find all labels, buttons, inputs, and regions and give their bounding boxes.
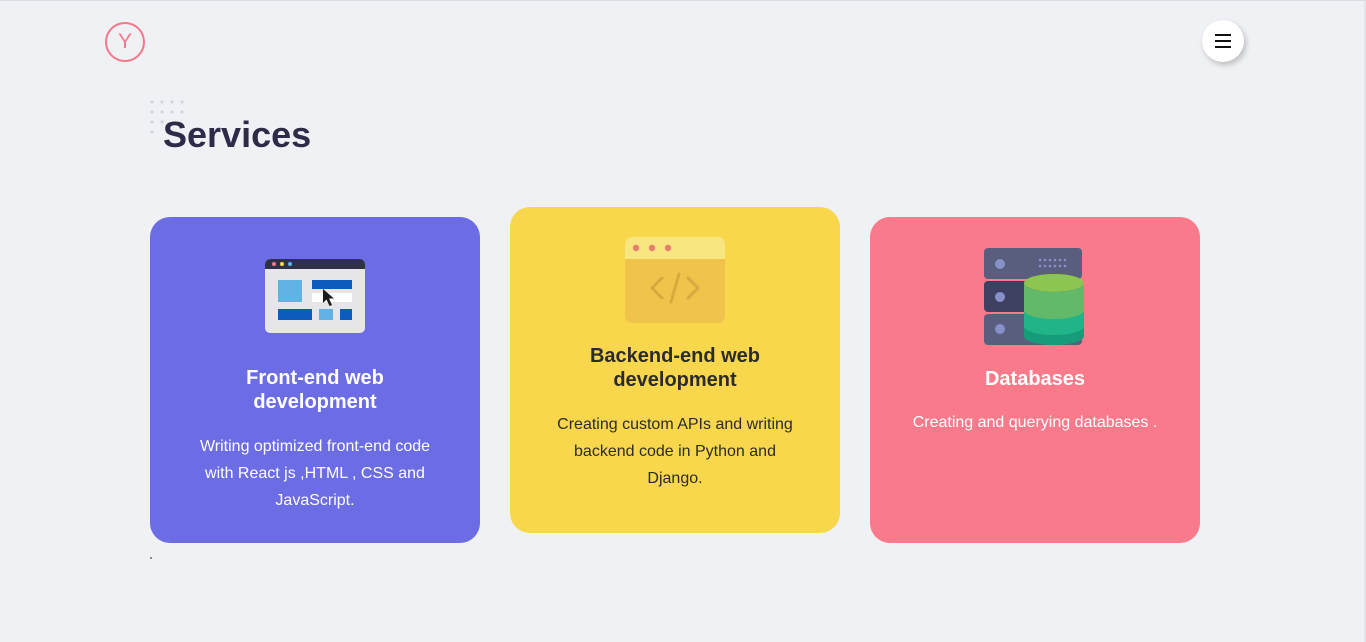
stray-dot — [150, 557, 152, 559]
card-description: Creating custom APIs and writing backend… — [557, 416, 793, 487]
card-title: Databases — [984, 368, 1086, 390]
card-description: Writing optimized front-end code with Re… — [199, 438, 431, 509]
card-title: Backend-end web development — [589, 345, 761, 391]
card-description: Creating and querying databases . — [912, 414, 1158, 431]
hamburger-icon — [1215, 34, 1231, 48]
section-title: Services — [163, 114, 312, 155]
service-card-backend: Backend-end web development Creating cus… — [510, 207, 840, 533]
service-card-frontend: Front-end web development Writing optimi… — [150, 217, 480, 543]
code-window-icon — [625, 237, 725, 323]
logo-letter: Y — [117, 30, 132, 53]
service-card-databases: Databases Creating and querying database… — [870, 217, 1200, 543]
browser-window-icon — [265, 259, 365, 333]
menu-button[interactable] — [1202, 20, 1244, 62]
database-server-icon — [984, 248, 1084, 345]
site-logo[interactable]: Y — [105, 22, 145, 62]
card-title: Front-end web development — [246, 367, 384, 413]
